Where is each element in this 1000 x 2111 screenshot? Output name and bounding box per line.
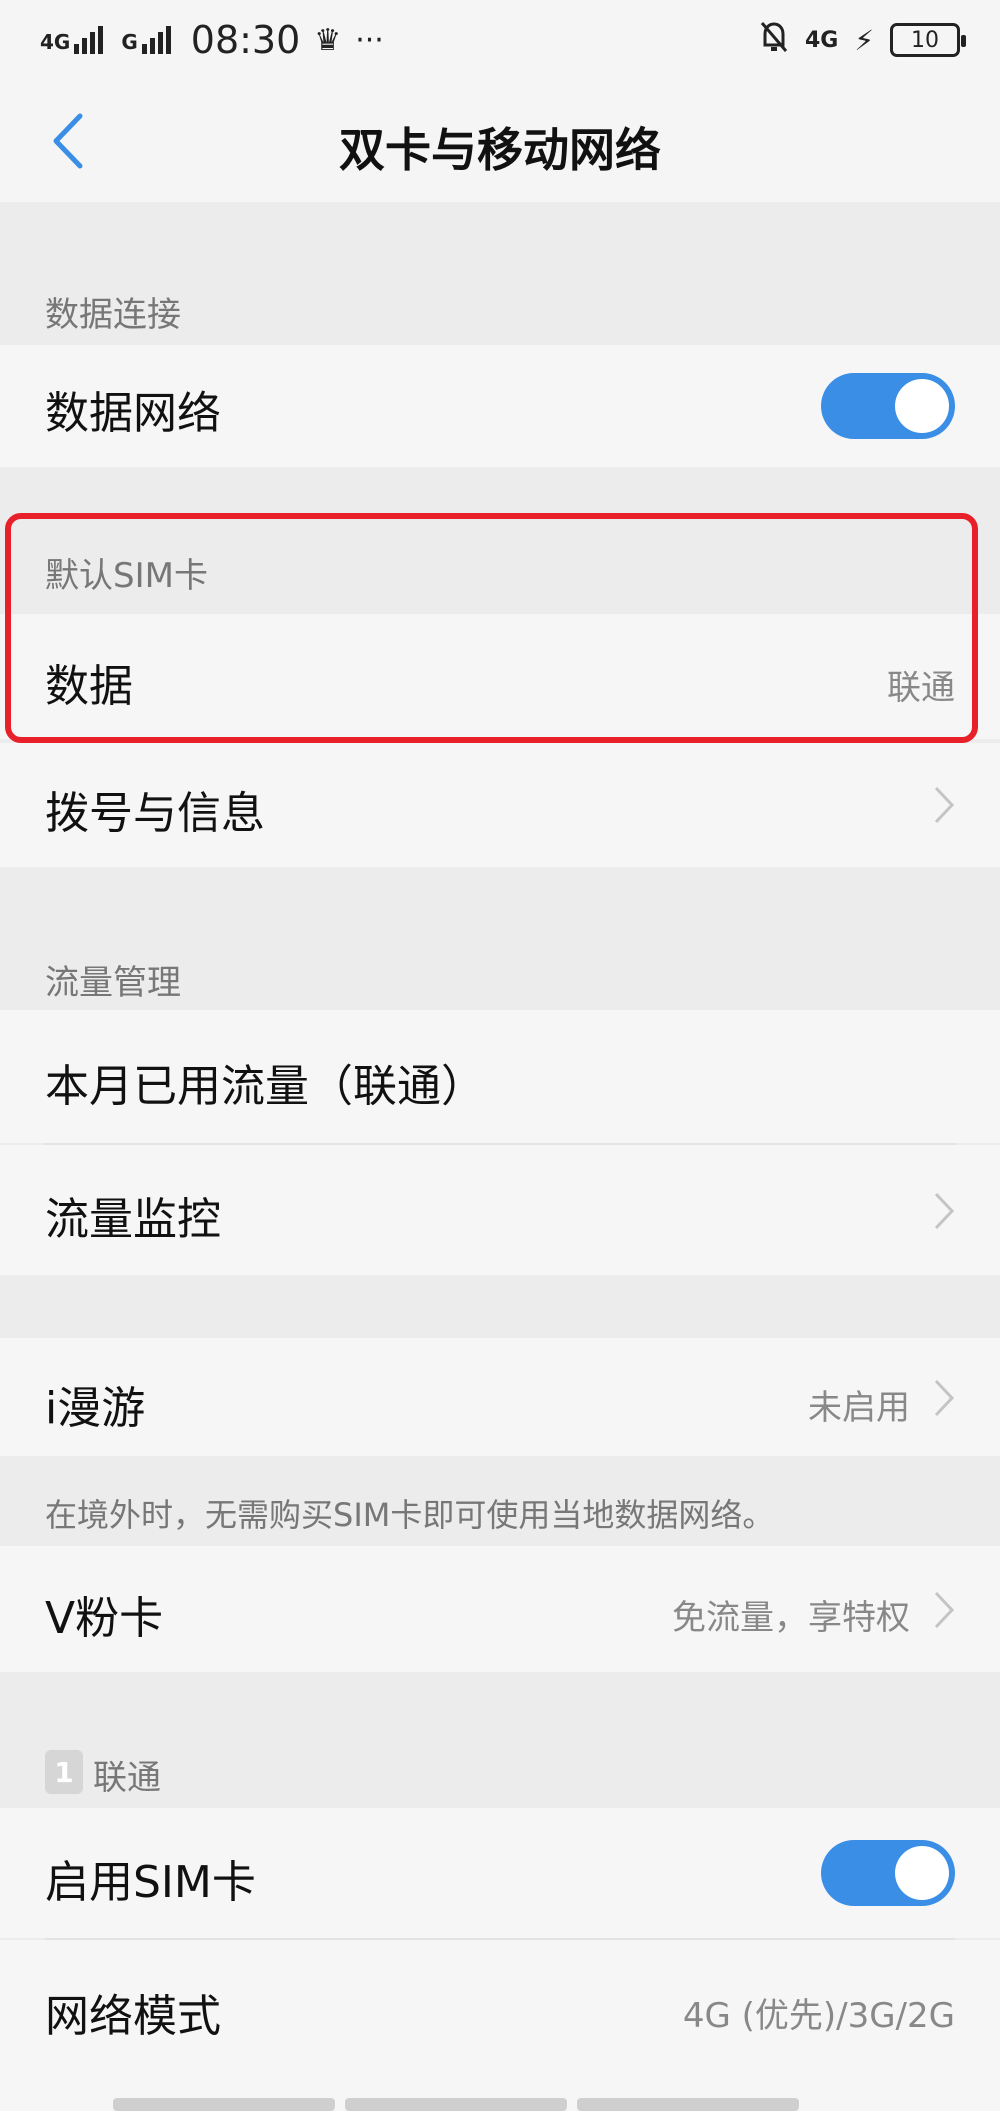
- chevron-right-icon: [934, 1379, 955, 1417]
- row-network-mode[interactable]: 网络模式 4G (优先)/3G/2G: [0, 1940, 1000, 2111]
- traffic-monitor-label: 流量监控: [45, 1194, 221, 1245]
- i-roaming-label: i漫游: [45, 1383, 146, 1434]
- network-mode-value: 4G (优先)/3G/2G: [682, 1996, 955, 2036]
- row-data-sim[interactable]: 数据 联通: [0, 614, 1000, 739]
- roaming-note: 在境外时，无需购买SIM卡即可使用当地数据网络。: [45, 1496, 775, 1534]
- dial-messages-label: 拨号与信息: [45, 788, 265, 839]
- data-sim-value: 联通: [887, 668, 955, 708]
- network-type-right: 4G: [804, 27, 839, 53]
- bottom-edge: [577, 2098, 799, 2111]
- v-card-label: V粉卡: [45, 1593, 164, 1644]
- bottom-edge: [345, 2098, 567, 2111]
- row-enable-sim[interactable]: 启用SIM卡: [0, 1808, 1000, 1938]
- signal-g-icon: G: [121, 26, 171, 54]
- title-bar: 双卡与移动网络: [0, 80, 1000, 202]
- data-sim-label: 数据: [45, 661, 133, 712]
- row-i-roaming[interactable]: i漫游 未启用: [0, 1338, 1000, 1456]
- monthly-usage-label: 本月已用流量（联通）: [45, 1061, 485, 1112]
- row-monthly-usage[interactable]: 本月已用流量（联通）: [0, 1010, 1000, 1143]
- section-label-default-sim: 默认SIM卡: [45, 556, 208, 596]
- section-label-sim1: 联通: [93, 1758, 161, 1798]
- chevron-right-icon: [934, 786, 955, 824]
- row-traffic-monitor[interactable]: 流量监控: [0, 1145, 1000, 1275]
- data-network-label: 数据网络: [45, 388, 221, 439]
- crown-icon: ♛: [314, 22, 342, 58]
- battery-level: 10: [911, 27, 939, 53]
- more-dots: ···: [355, 22, 384, 58]
- clock: 08:30: [190, 18, 301, 62]
- row-dial-messages[interactable]: 拨号与信息: [0, 743, 1000, 867]
- mute-bell-icon: [759, 20, 789, 60]
- data-network-toggle[interactable]: [821, 373, 955, 439]
- status-bar: 4G G 08:30 ♛ ··· 4G ⚡ 10: [0, 0, 1000, 80]
- sim1-badge: 1: [45, 1750, 83, 1794]
- toggle-knob: [895, 379, 949, 433]
- chevron-right-icon: [934, 1192, 955, 1230]
- toggle-knob: [895, 1846, 949, 1900]
- battery-icon: 10: [890, 23, 966, 57]
- section-label-traffic: 流量管理: [45, 963, 181, 1003]
- network-mode-label: 网络模式: [45, 1991, 221, 2042]
- network-type-2: G: [121, 30, 138, 54]
- v-card-value: 免流量，享特权: [672, 1598, 910, 1638]
- page-title: 双卡与移动网络: [339, 123, 661, 177]
- section-label-data-connection: 数据连接: [45, 295, 181, 335]
- chevron-right-icon: [934, 1591, 955, 1629]
- i-roaming-value: 未启用: [808, 1388, 910, 1428]
- bottom-edge: [113, 2098, 335, 2111]
- charging-icon: ⚡: [854, 23, 874, 57]
- enable-sim-label: 启用SIM卡: [45, 1857, 256, 1908]
- enable-sim-toggle[interactable]: [821, 1840, 955, 1906]
- signal-4g-icon: 4G: [40, 26, 104, 54]
- row-v-card[interactable]: V粉卡 免流量，享特权: [0, 1546, 1000, 1672]
- network-type-1: 4G: [40, 30, 71, 54]
- gap: [0, 467, 1000, 517]
- row-data-network[interactable]: 数据网络: [0, 345, 1000, 467]
